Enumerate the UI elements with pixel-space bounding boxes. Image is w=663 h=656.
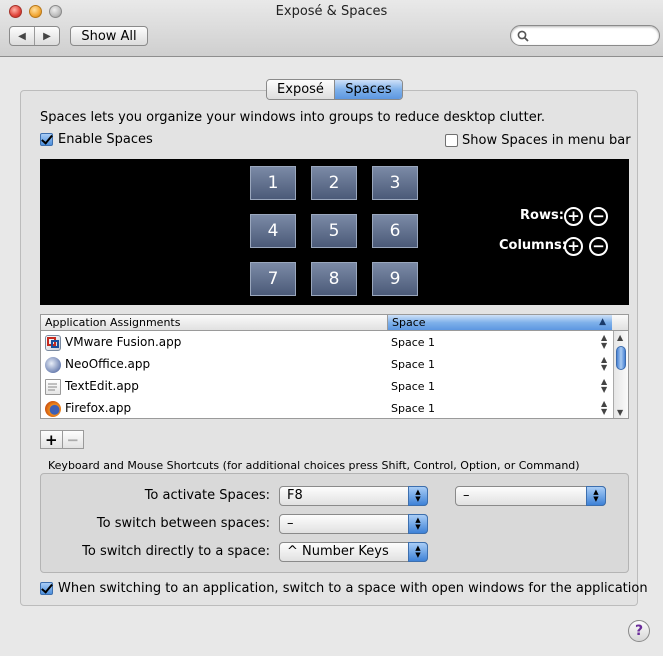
switch-app-label: When switching to an application, switch…: [58, 581, 648, 596]
remove-assignment-button[interactable]: −: [63, 431, 84, 449]
space-tile[interactable]: 1: [250, 166, 296, 200]
space-tile[interactable]: 4: [250, 214, 296, 248]
add-column-button[interactable]: +: [564, 237, 583, 256]
show-all-button[interactable]: Show All: [70, 26, 148, 46]
tab-spaces[interactable]: Spaces: [335, 80, 402, 99]
rows-label: Rows:: [520, 208, 564, 223]
app-name: NeoOffice.app: [65, 357, 151, 371]
space-stepper[interactable]: ▲ ▼: [601, 400, 607, 416]
show-in-menu-bar-checkbox[interactable]: [445, 134, 458, 147]
space-value[interactable]: Space 1: [391, 358, 435, 371]
space-value[interactable]: Space 1: [391, 336, 435, 349]
forward-icon[interactable]: ▶: [35, 27, 59, 45]
switch-between-spaces-label: To switch between spaces:: [96, 516, 270, 531]
search-input[interactable]: [510, 25, 660, 46]
space-tile[interactable]: 8: [311, 262, 357, 296]
app-name: TextEdit.app: [65, 379, 139, 393]
toolbar: Exposé & Spaces ◀ ▶ Show All: [0, 0, 663, 57]
window-title: Exposé & Spaces: [275, 4, 388, 19]
show-in-menu-bar-label: Show Spaces in menu bar: [462, 133, 631, 148]
popup-value: ^ Number Keys: [287, 544, 389, 559]
switch-directly-popup[interactable]: ^ Number Keys ▲ ▼: [279, 542, 428, 562]
add-assignment-button[interactable]: +: [41, 431, 63, 449]
table-scrollbar[interactable]: ▲ ▼: [613, 331, 628, 418]
vmware-icon: [45, 335, 61, 351]
remove-row-button[interactable]: −: [589, 207, 608, 226]
sort-ascending-icon: ▲: [599, 317, 606, 327]
table-header: Application Assignments Space ▲: [41, 315, 628, 331]
activate-spaces-label: To activate Spaces:: [144, 488, 270, 503]
popup-arrows-icon: ▲ ▼: [408, 486, 428, 506]
neooffice-icon: [45, 357, 61, 373]
app-name: Firefox.app: [65, 401, 132, 415]
activate-spaces-mouse-popup[interactable]: – ▲ ▼: [455, 486, 606, 506]
space-tile[interactable]: 6: [372, 214, 418, 248]
columns-label: Columns:: [499, 238, 567, 253]
space-stepper[interactable]: ▲ ▼: [601, 378, 607, 394]
table-row[interactable]: VMware Fusion.app Space 1 ▲ ▼: [41, 332, 613, 354]
space-stepper[interactable]: ▲ ▼: [601, 356, 607, 372]
space-tile[interactable]: 3: [372, 166, 418, 200]
tab-expose[interactable]: Exposé: [267, 80, 335, 99]
description-text: Spaces lets you organize your windows in…: [40, 110, 546, 125]
add-row-button[interactable]: +: [564, 207, 583, 226]
firefox-icon: [45, 401, 61, 417]
application-assignments-table: Application Assignments Space ▲ VMware F…: [40, 314, 629, 419]
space-tile[interactable]: 9: [372, 262, 418, 296]
switch-directly-label: To switch directly to a space:: [82, 544, 270, 559]
activate-spaces-popup[interactable]: F8 ▲ ▼: [279, 486, 428, 506]
enable-spaces-checkbox[interactable]: [40, 133, 53, 146]
scroll-down-icon[interactable]: ▼: [617, 408, 623, 417]
table-row[interactable]: NeoOffice.app Space 1 ▲ ▼: [41, 354, 613, 376]
nav-segment: ◀ ▶: [9, 26, 60, 46]
shortcuts-section-title: Keyboard and Mouse Shortcuts (for additi…: [48, 459, 580, 472]
textedit-icon: [45, 379, 61, 395]
space-value[interactable]: Space 1: [391, 380, 435, 393]
add-remove-segment: + −: [40, 430, 84, 449]
space-tile[interactable]: 5: [311, 214, 357, 248]
switch-between-spaces-popup[interactable]: – ▲ ▼: [279, 514, 428, 534]
popup-arrows-icon: ▲ ▼: [408, 514, 428, 534]
app-name: VMware Fusion.app: [65, 335, 182, 349]
space-value[interactable]: Space 1: [391, 402, 435, 415]
space-tile[interactable]: 2: [311, 166, 357, 200]
search-icon: [517, 30, 529, 42]
remove-column-button[interactable]: −: [589, 237, 608, 256]
space-tile[interactable]: 7: [250, 262, 296, 296]
popup-arrows-icon: ▲ ▼: [408, 542, 428, 562]
scroll-up-icon[interactable]: ▲: [617, 333, 623, 342]
popup-value: –: [463, 488, 470, 503]
space-stepper[interactable]: ▲ ▼: [601, 334, 607, 350]
column-header-space-label: Space: [392, 316, 426, 329]
scroll-thumb[interactable]: [616, 346, 626, 370]
switch-app-checkbox[interactable]: [40, 582, 53, 595]
popup-arrows-icon: ▲ ▼: [586, 486, 606, 506]
enable-spaces-label: Enable Spaces: [58, 132, 153, 147]
table-row[interactable]: Firefox.app Space 1 ▲ ▼: [41, 398, 613, 418]
column-header-application[interactable]: Application Assignments: [45, 316, 180, 329]
popup-value: F8: [287, 488, 303, 503]
tab-bar: Exposé Spaces: [266, 79, 403, 100]
spaces-grid: 1 2 3 4 5 6 7 8 9 Rows: + − Columns: + −: [40, 159, 629, 305]
popup-value: –: [287, 516, 294, 531]
table-row[interactable]: TextEdit.app Space 1 ▲ ▼: [41, 376, 613, 398]
back-icon[interactable]: ◀: [10, 27, 35, 45]
column-header-space[interactable]: Space ▲: [387, 315, 612, 330]
help-button[interactable]: ?: [628, 620, 650, 642]
